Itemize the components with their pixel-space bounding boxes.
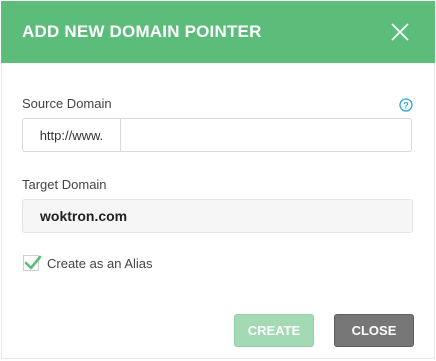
alias-checkbox[interactable] [23, 255, 42, 271]
svg-text:?: ? [403, 101, 409, 111]
source-domain-input[interactable] [121, 119, 411, 151]
source-domain-field: http://www. [22, 118, 412, 152]
source-domain-label: Source Domain [22, 96, 112, 111]
target-domain-label: Target Domain [22, 177, 107, 192]
add-domain-pointer-dialog: ADD NEW DOMAIN POINTER Source Domain ? h… [1, 1, 435, 360]
create-button[interactable]: CREATE [234, 314, 314, 347]
url-prefix: http://www. [23, 119, 121, 151]
dialog-header: ADD NEW DOMAIN POINTER [1, 1, 435, 63]
close-x-icon[interactable] [391, 23, 409, 41]
dialog-title: ADD NEW DOMAIN POINTER [22, 22, 262, 41]
close-button[interactable]: CLOSE [334, 314, 414, 347]
help-icon[interactable]: ? [399, 98, 413, 112]
alias-checkbox-label[interactable]: Create as an Alias [47, 256, 153, 271]
target-domain-input[interactable] [22, 199, 413, 233]
checkmark-icon [24, 255, 42, 270]
